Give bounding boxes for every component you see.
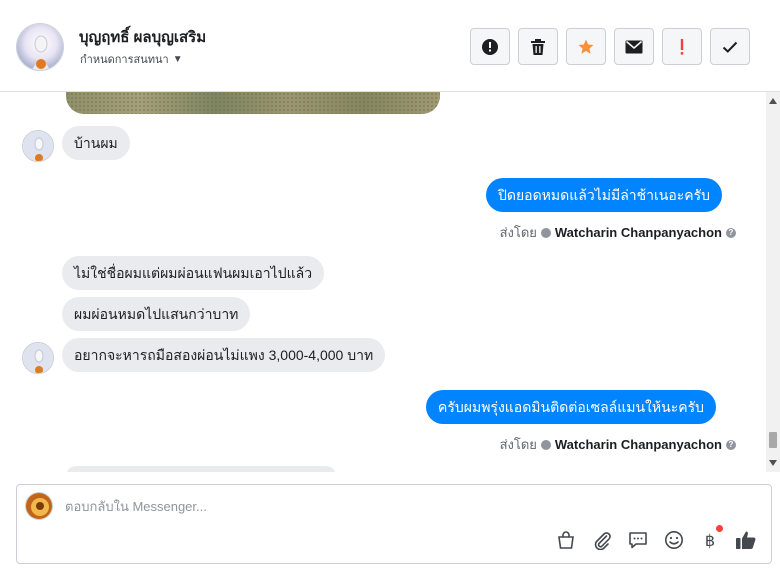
incoming-message-partial[interactable] xyxy=(66,466,336,472)
like-button[interactable] xyxy=(735,529,757,551)
saved-reply-icon xyxy=(629,532,647,549)
incoming-message[interactable]: อยากจะหารถมือสองผ่อนไม่แพง 3,000-4,000 บ… xyxy=(62,338,386,372)
trash-icon xyxy=(531,38,545,55)
contact-avatar[interactable] xyxy=(16,23,64,71)
paperclip-icon xyxy=(594,532,611,550)
envelope-icon xyxy=(625,40,643,53)
conversation-settings-label: กำหนดการสนทนา xyxy=(80,54,169,66)
contact-message-avatar[interactable] xyxy=(22,130,54,162)
page-avatar xyxy=(25,492,53,520)
scroll-up-arrow[interactable] xyxy=(769,98,777,104)
incoming-message[interactable]: ไม่ใช่ชื่อผมแต่ผมผ่อนแฟนผมเอาไปแล้ว xyxy=(62,256,325,290)
mark-spam-button[interactable] xyxy=(470,28,510,65)
emoji-button[interactable] xyxy=(663,529,685,551)
alert-circle-icon xyxy=(482,38,498,55)
message-thread[interactable]: บ้านผม ปิดยอดหมดแล้วไม่มีล่าช้าเนอะครับ … xyxy=(0,92,766,472)
conversation-header: บุญฤทธิ์ ผลบุญเสริม กำหนดการสนทนา ▼ xyxy=(0,0,780,92)
exclamation-icon xyxy=(680,38,684,55)
thumbs-up-icon xyxy=(736,531,756,549)
contact-name[interactable]: บุญฤทธิ์ ผลบุญเสริม xyxy=(79,25,206,49)
page-icon xyxy=(540,439,551,450)
follow-up-button[interactable] xyxy=(662,28,702,65)
shopping-bag-icon xyxy=(558,531,574,549)
incoming-message[interactable]: บ้านผม xyxy=(62,126,130,160)
delete-button[interactable] xyxy=(518,28,558,65)
notification-dot xyxy=(716,525,723,532)
incoming-message[interactable]: ผมผ่อนหมดไปแสนกว่าบาท xyxy=(62,297,251,331)
outgoing-message[interactable]: ปิดยอดหมดแล้วไม่มีล่าช้าเนอะครับ xyxy=(486,178,723,212)
scroll-down-arrow[interactable] xyxy=(769,460,777,466)
sender-name[interactable]: Watcharin Chanpanyachon xyxy=(555,225,722,240)
composer-tools: ฿ xyxy=(555,525,757,551)
attach-file-button[interactable] xyxy=(591,529,613,551)
star-button[interactable] xyxy=(566,28,606,65)
payment-button[interactable]: ฿ xyxy=(699,525,723,551)
sender-name[interactable]: Watcharin Chanpanyachon xyxy=(555,437,722,452)
shared-photo[interactable] xyxy=(66,92,440,114)
conversation-settings-dropdown[interactable]: กำหนดการสนทนา ▼ xyxy=(80,50,183,68)
sent-by-label: ส่งโดย xyxy=(499,225,537,240)
page-icon xyxy=(540,227,551,238)
checkmark-icon xyxy=(722,41,738,53)
mark-done-button[interactable] xyxy=(710,28,750,65)
reply-input[interactable] xyxy=(65,499,665,514)
help-icon[interactable]: ? xyxy=(726,439,736,450)
reply-composer: ฿ xyxy=(16,484,772,564)
scroll-thumb[interactable] xyxy=(769,432,777,448)
header-actions xyxy=(470,28,750,65)
help-icon[interactable]: ? xyxy=(726,227,736,238)
shopping-bag-button[interactable] xyxy=(555,529,577,551)
saved-replies-button[interactable] xyxy=(627,529,649,551)
mark-unread-button[interactable] xyxy=(614,28,654,65)
sent-by-label: ส่งโดย xyxy=(499,437,537,452)
sent-by-line: ส่งโดย Watcharin Chanpanyachon ? xyxy=(500,222,736,243)
baht-payment-icon: ฿ xyxy=(704,530,716,550)
caret-down-icon: ▼ xyxy=(172,53,183,65)
thread-scrollbar[interactable] xyxy=(766,92,780,472)
emoji-icon xyxy=(665,531,683,549)
star-icon xyxy=(578,39,594,54)
outgoing-message[interactable]: ครับผมพรุ่งแอดมินติดต่อเซลล์แมนให้นะครับ xyxy=(426,390,716,424)
sent-by-line: ส่งโดย Watcharin Chanpanyachon ? xyxy=(500,434,736,455)
contact-message-avatar[interactable] xyxy=(22,342,54,374)
